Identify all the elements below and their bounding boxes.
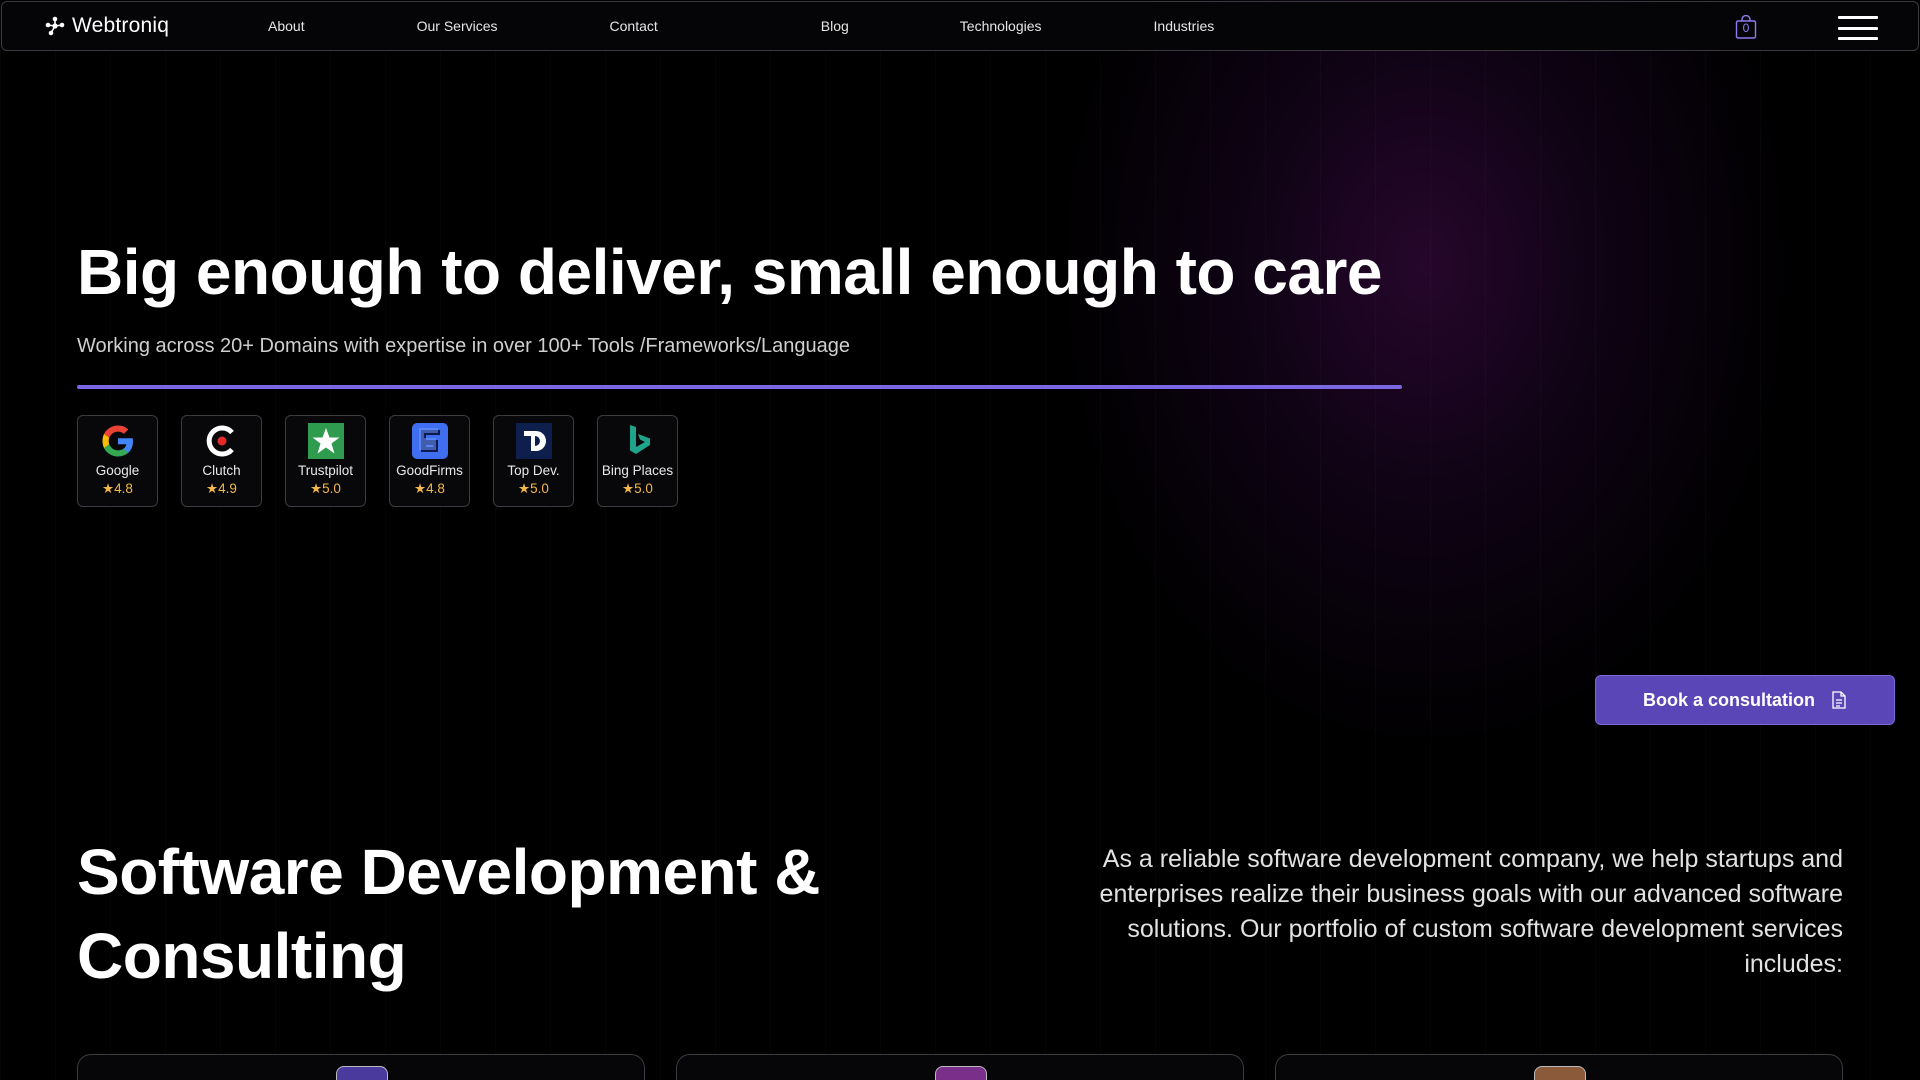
goodfirms-icon bbox=[411, 422, 449, 460]
rating-badges: Google ★4.8 Clutch ★4.9 Trustpilot ★5.0 bbox=[77, 415, 678, 507]
hero-divider bbox=[77, 385, 1402, 389]
top-developers-icon bbox=[515, 422, 553, 460]
rating-name: Trustpilot bbox=[297, 463, 353, 478]
cart-button[interactable]: 0 bbox=[1735, 14, 1757, 39]
nav-link-technologies[interactable]: Technologies bbox=[960, 18, 1042, 34]
book-consultation-button[interactable]: Book a consultation bbox=[1595, 675, 1895, 725]
rating-card-trustpilot[interactable]: Trustpilot ★5.0 bbox=[285, 415, 366, 507]
rating-card-google[interactable]: Google ★4.8 bbox=[77, 415, 158, 507]
rating-score: ★5.0 bbox=[518, 481, 549, 496]
nav-link-industries[interactable]: Industries bbox=[1154, 18, 1215, 34]
top-navbar: Webtroniq About Our Services Contact Blo… bbox=[1, 1, 1919, 51]
rating-card-bing-places[interactable]: Bing Places ★5.0 bbox=[597, 415, 678, 507]
rating-score: ★5.0 bbox=[622, 481, 653, 496]
hero-title: Big enough to deliver, small enough to c… bbox=[77, 236, 1382, 308]
rating-score: ★5.0 bbox=[310, 481, 341, 496]
rating-score: ★4.8 bbox=[414, 481, 445, 496]
webtroniq-logo-icon bbox=[45, 16, 65, 36]
cart-count-badge: 0 bbox=[1742, 21, 1750, 35]
rating-score: ★4.9 bbox=[206, 481, 237, 496]
cta-label: Book a consultation bbox=[1642, 689, 1815, 710]
nav-link-blog[interactable]: Blog bbox=[821, 18, 849, 34]
brand-name: Webtroniq bbox=[72, 14, 170, 37]
star-icon: ★ bbox=[206, 481, 219, 496]
services-description: As a reliable software development compa… bbox=[1099, 845, 1843, 978]
star-icon: ★ bbox=[622, 481, 635, 496]
bing-icon bbox=[619, 422, 657, 460]
background-glow bbox=[1050, 0, 1800, 760]
star-icon: ★ bbox=[414, 481, 427, 496]
star-icon: ★ bbox=[102, 481, 115, 496]
brand-logo[interactable]: Webtroniq bbox=[44, 14, 169, 38]
trustpilot-icon bbox=[307, 422, 345, 460]
google-icon bbox=[99, 422, 137, 460]
star-icon: ★ bbox=[518, 481, 531, 496]
service-card-icon bbox=[935, 1066, 987, 1080]
star-icon: ★ bbox=[310, 481, 323, 496]
rating-card-top-dev[interactable]: Top Dev. ★5.0 bbox=[493, 415, 574, 507]
nav-link-about[interactable]: About bbox=[268, 18, 305, 34]
rating-name: Bing Places bbox=[601, 463, 674, 478]
rating-card-clutch[interactable]: Clutch ★4.9 bbox=[181, 415, 262, 507]
rating-name: Top Dev. bbox=[507, 463, 560, 478]
service-card-icon bbox=[336, 1066, 388, 1080]
rating-name: Google bbox=[95, 463, 140, 478]
service-card-icon bbox=[1534, 1066, 1586, 1080]
services-title: Software Development & Consulting bbox=[77, 836, 820, 992]
main-menu: About Our Services Contact Blog Technolo… bbox=[268, 18, 1214, 34]
hero-subtitle: Working across 20+ Domains with expertis… bbox=[77, 335, 850, 357]
rating-name: Clutch bbox=[202, 463, 241, 478]
service-card[interactable] bbox=[1275, 1054, 1843, 1080]
document-icon bbox=[1832, 691, 1846, 709]
rating-score: ★4.8 bbox=[102, 481, 133, 496]
rating-card-goodfirms[interactable]: GoodFirms ★4.8 bbox=[389, 415, 470, 507]
clutch-icon bbox=[203, 422, 241, 460]
service-card[interactable] bbox=[676, 1054, 1244, 1080]
service-card[interactable] bbox=[77, 1054, 645, 1080]
hamburger-menu-icon[interactable] bbox=[1838, 16, 1878, 40]
nav-link-our-services[interactable]: Our Services bbox=[417, 18, 498, 34]
nav-link-contact[interactable]: Contact bbox=[610, 18, 658, 34]
rating-name: GoodFirms bbox=[396, 463, 463, 478]
